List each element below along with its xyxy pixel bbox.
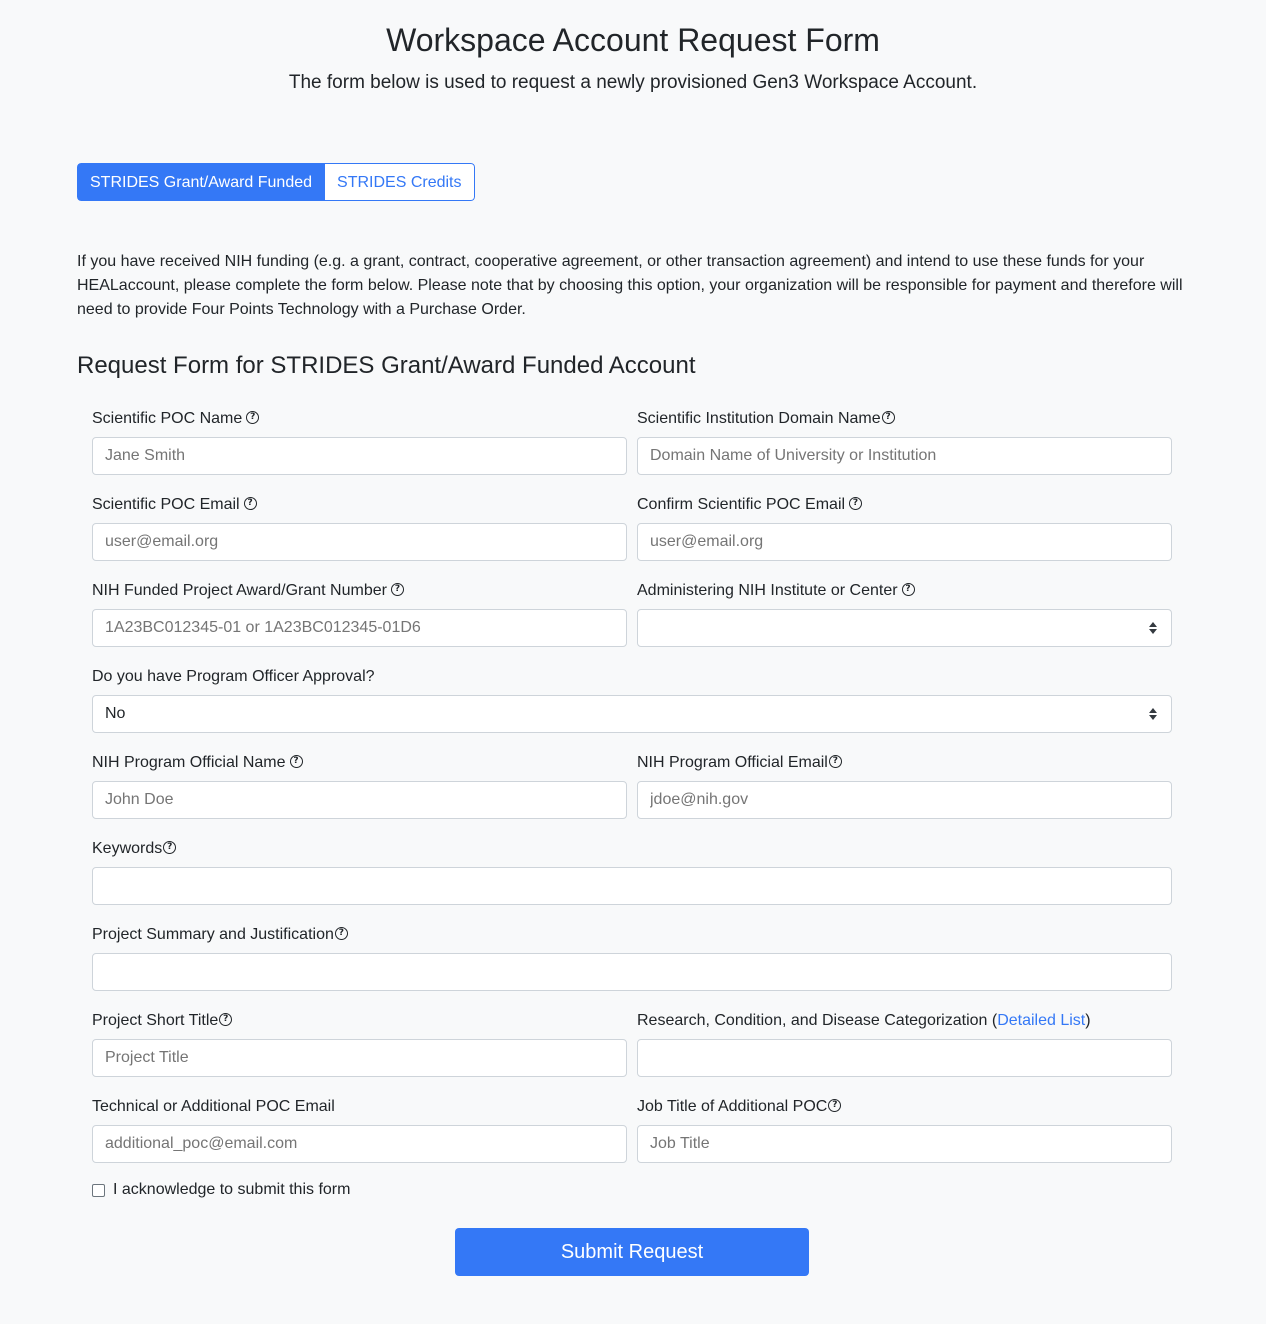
approval-label: Do you have Program Officer Approval?	[92, 668, 375, 685]
short-title-label: Project Short Title?	[92, 1009, 627, 1033]
section-title: Request Form for STRIDES Grant/Award Fun…	[77, 352, 696, 379]
poc-name-label: Scientific POC Name?	[92, 407, 627, 431]
acknowledge-label: I acknowledge to submit this form	[113, 1181, 351, 1198]
job-title-field: Job Title of Additional POC?	[637, 1095, 1172, 1163]
job-title-input[interactable]	[637, 1125, 1172, 1163]
question-circle-icon[interactable]: ?	[828, 755, 842, 769]
domain-field: Scientific Institution Domain Name?	[637, 407, 1172, 475]
question-circle-icon[interactable]: ?	[243, 497, 257, 511]
question-circle-icon[interactable]: ?	[390, 583, 404, 597]
poc-email-label: Scientific POC Email?	[92, 493, 627, 517]
acknowledge-checkbox[interactable]	[92, 1183, 105, 1197]
confirm-email-input[interactable]	[637, 523, 1172, 561]
rcdc-field: Research, Condition, and Disease Categor…	[637, 1009, 1172, 1077]
institute-select[interactable]	[637, 609, 1172, 647]
confirm-email-field: Confirm Scientific POC Email?	[637, 493, 1172, 561]
question-circle-icon[interactable]: ?	[334, 927, 348, 941]
page: Workspace Account Request Form The form …	[0, 0, 1266, 1324]
keywords-label: Keywords?	[92, 837, 1172, 861]
grant-number-field: NIH Funded Project Award/Grant Number?	[92, 579, 627, 647]
official-email-field: NIH Program Official Email?	[637, 751, 1172, 819]
tab-strides-grant[interactable]: STRIDES Grant/Award Funded	[77, 163, 326, 201]
approval-select[interactable]: No	[92, 695, 1172, 733]
detailed-list-link[interactable]: Detailed List	[997, 1012, 1085, 1029]
question-circle-icon[interactable]: ?	[163, 841, 177, 855]
grant-number-label: NIH Funded Project Award/Grant Number?	[92, 579, 627, 603]
domain-input[interactable]	[637, 437, 1172, 475]
poc-email-field: Scientific POC Email?	[92, 493, 627, 561]
additional-email-field: Technical or Additional POC Email	[92, 1095, 627, 1163]
page-title: Workspace Account Request Form	[386, 22, 880, 58]
rcdc-label: Research, Condition, and Disease Categor…	[637, 1012, 1091, 1029]
institute-label: Administering NIH Institute or Center?	[637, 579, 1172, 603]
question-circle-icon[interactable]: ?	[219, 1013, 233, 1027]
submit-button[interactable]: Submit Request	[455, 1228, 809, 1276]
confirm-email-label: Confirm Scientific POC Email?	[637, 493, 1172, 517]
question-circle-icon[interactable]: ?	[901, 583, 915, 597]
tab-strides-credits[interactable]: STRIDES Credits	[325, 163, 475, 201]
domain-label: Scientific Institution Domain Name?	[637, 407, 1172, 431]
question-circle-icon[interactable]: ?	[828, 1099, 842, 1113]
additional-email-input[interactable]	[92, 1125, 627, 1163]
official-name-input[interactable]	[92, 781, 627, 819]
grant-number-input[interactable]	[92, 609, 627, 647]
poc-name-field: Scientific POC Name?	[92, 407, 627, 475]
official-name-field: NIH Program Official Name?	[92, 751, 627, 819]
official-email-input[interactable]	[637, 781, 1172, 819]
keywords-input[interactable]	[92, 867, 1172, 905]
summary-field: Project Summary and Justification?	[92, 923, 1172, 991]
intro-text: If you have received NIH funding (e.g. a…	[77, 253, 1183, 318]
poc-name-input[interactable]	[92, 437, 627, 475]
question-circle-icon[interactable]: ?	[881, 411, 895, 425]
summary-input[interactable]	[92, 953, 1172, 991]
question-circle-icon[interactable]: ?	[849, 497, 863, 511]
keywords-field: Keywords?	[92, 837, 1172, 905]
rcdc-input[interactable]	[637, 1039, 1172, 1077]
page-subtitle: The form below is used to request a newl…	[288, 72, 978, 93]
question-circle-icon[interactable]: ?	[246, 411, 260, 425]
additional-email-label: Technical or Additional POC Email	[92, 1098, 335, 1115]
approval-field: Do you have Program Officer Approval? No	[92, 665, 1172, 733]
funding-type-toggle: STRIDES Grant/Award Funded STRIDES Credi…	[77, 163, 475, 201]
summary-label: Project Summary and Justification?	[92, 923, 1172, 947]
institute-field: Administering NIH Institute or Center?	[637, 579, 1172, 647]
official-name-label: NIH Program Official Name?	[92, 751, 627, 775]
poc-email-input[interactable]	[92, 523, 627, 561]
short-title-input[interactable]	[92, 1039, 627, 1077]
question-circle-icon[interactable]: ?	[289, 755, 303, 769]
official-email-label: NIH Program Official Email?	[637, 751, 1172, 775]
short-title-field: Project Short Title?	[92, 1009, 627, 1077]
acknowledge-row: I acknowledge to submit this form	[92, 1181, 350, 1199]
job-title-label: Job Title of Additional POC?	[637, 1095, 1172, 1119]
